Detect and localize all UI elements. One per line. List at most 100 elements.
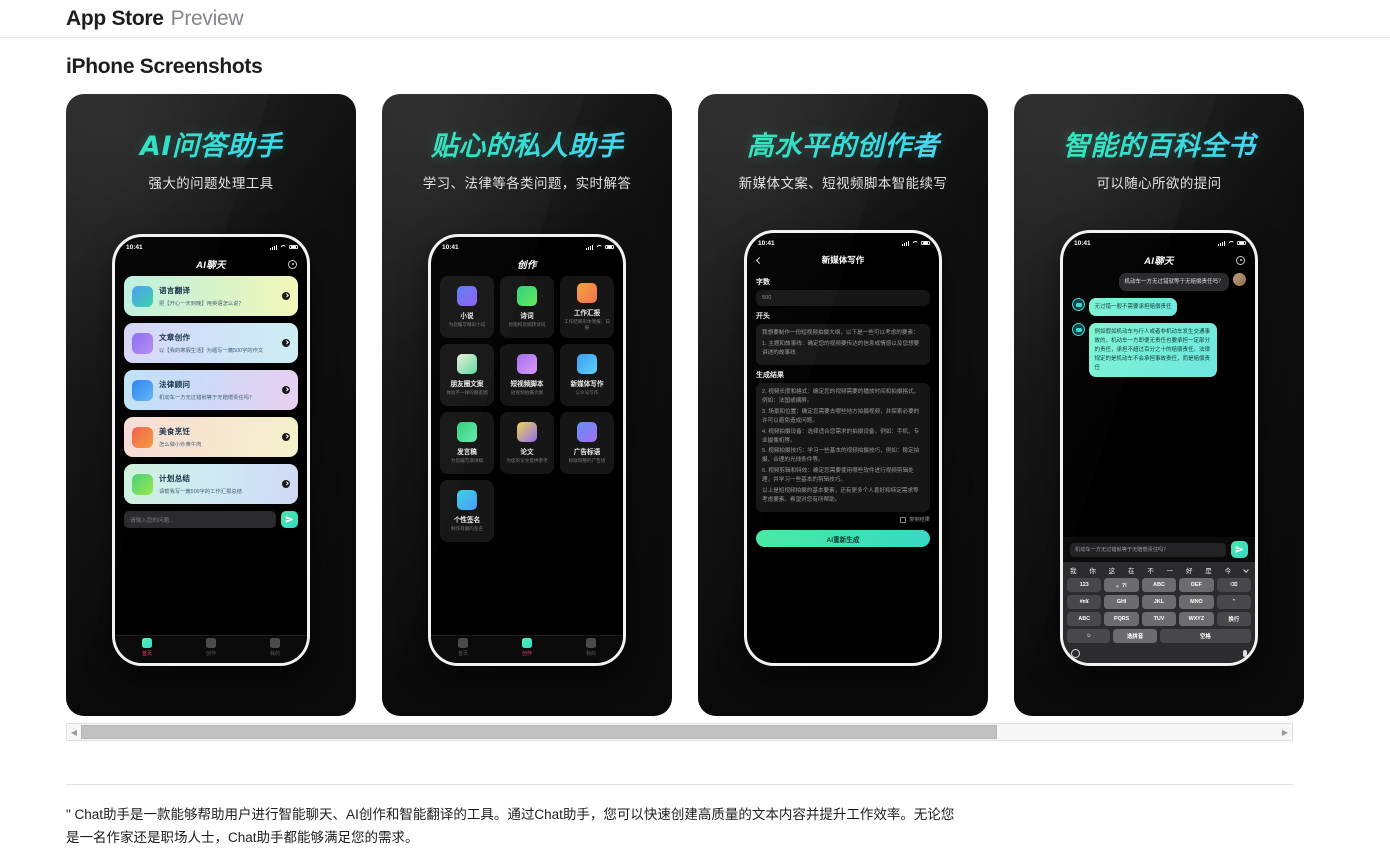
suggestion-一[interactable]: 一 (1167, 565, 1174, 575)
key-JKL[interactable]: JKL (1141, 595, 1177, 609)
grid-item-title: 小说 (460, 312, 474, 320)
tab-我的[interactable]: 我的 (559, 636, 623, 659)
grid-item[interactable]: 短视频脚本 短视频拍摄大纲 (500, 344, 554, 406)
grid-item[interactable]: 新媒体写作 公众号写作 (560, 344, 614, 406)
key-GHI[interactable]: GHI (1104, 595, 1139, 609)
list-item[interactable]: 法律顾问 机动车一方无过错就等于无赔偿责任吗？ (124, 370, 298, 410)
notch-icon (172, 237, 250, 252)
key-ABC[interactable]: ABC (1141, 578, 1177, 592)
grid-item[interactable]: 朋友圈文案 体验不一样的朋友圈 (440, 344, 494, 406)
key-PQRS[interactable]: PQRS (1104, 612, 1139, 626)
key-。?![interactable]: 。?! (1104, 578, 1139, 592)
list-item-desc: 怎么做小炒黄牛肉 (159, 441, 202, 448)
divider (66, 784, 1293, 785)
notch-icon (1120, 233, 1198, 248)
key-TUV[interactable]: TUV (1141, 612, 1177, 626)
tab-首页[interactable]: 首页 (115, 636, 179, 659)
tab-首页[interactable]: 首页 (431, 636, 495, 659)
suggestion-今[interactable]: 今 (1225, 565, 1232, 575)
send-button-4[interactable] (1231, 541, 1248, 558)
grid-item[interactable]: 个性签名 制作有趣的签名 (440, 480, 494, 542)
suggestion-好[interactable]: 好 (1186, 565, 1193, 575)
list-item[interactable]: 文章创作 以【我的寒假生活】为题写一篇500字的作文 (124, 323, 298, 363)
copy-result-button[interactable]: 复制结果 (756, 516, 930, 523)
suggestion-不[interactable]: 不 (1147, 565, 1154, 575)
screenshot-3[interactable]: 高水平的创作者 新媒体文案、短视频脚本智能续写 10:41 新媒体写作 字数 5… (698, 94, 988, 716)
screenshot-2[interactable]: 贴心的私人助手 学习、法律等各类问题，实时解答 10:41 创作 小说 为您编写… (382, 94, 672, 716)
tab-我的[interactable]: 我的 (243, 636, 307, 659)
chevron-right-icon[interactable] (282, 292, 290, 300)
grid-item[interactable]: 工作汇报 工作结果形体周报、日报 (560, 276, 614, 338)
tab-bar-1[interactable]: 首页 创作 我的 (115, 635, 307, 663)
copy-label: 复制结果 (909, 517, 930, 524)
scroll-left-arrow[interactable]: ◀ (67, 728, 81, 737)
key-ABC[interactable]: ABC (1067, 612, 1102, 626)
key-MNO[interactable]: MNO (1179, 595, 1214, 609)
key-DEF[interactable]: DEF (1179, 578, 1214, 592)
key-⌃[interactable]: ⌃ (1216, 595, 1252, 609)
gear-icon[interactable] (288, 259, 297, 269)
chat-input-row-4[interactable]: 机动车一方无过错就等于无赔偿责任吗？ (1063, 537, 1255, 562)
suggestion-是[interactable]: 是 (1205, 565, 1212, 575)
opening-textarea[interactable]: 我想要制作一份短视频拍摄大纲，以下是一些可以考虑的要素： 1. 主题和故事线：确… (756, 324, 930, 365)
suggestion-我[interactable]: 我 (1070, 565, 1077, 575)
tab-bar-2[interactable]: 首页 创作 我的 (431, 635, 623, 663)
grid-item[interactable]: 发言稿 为您编写演讲稿 (440, 412, 494, 474)
horizontal-scrollbar[interactable]: ◀ ▶ (66, 723, 1293, 741)
feature-icon (517, 421, 537, 442)
keyboard-row-2[interactable]: #¤¥ GHI JKL MNO ⌃ (1063, 595, 1255, 612)
keyboard-row-4[interactable]: ☺ 选拼音 空格 (1063, 629, 1255, 646)
suggestion-你[interactable]: 你 (1089, 565, 1096, 575)
scroll-right-arrow[interactable]: ▶ (1278, 728, 1292, 737)
list-item-title: 语言翻译 (159, 286, 191, 296)
tab-创作[interactable]: 创作 (179, 636, 243, 659)
key-☺[interactable]: ☺ (1067, 629, 1111, 643)
chevron-right-icon[interactable] (282, 386, 290, 394)
grid-item[interactable]: 小说 为您编写精彩小说 (440, 276, 494, 338)
grid-item[interactable]: 广告标语 标收同整的广告语 (560, 412, 614, 474)
tab-icon (206, 638, 216, 648)
suggestion-在[interactable]: 在 (1128, 565, 1135, 575)
key-⌫[interactable]: ⌫ (1216, 578, 1252, 592)
opening-line-2: 1. 主题和故事线：确定您的视频要传达的信息或情感以及您想要讲述的故事线 (762, 340, 920, 356)
keyboard-row-1[interactable]: 123。?! ABC DEF ⌫ (1063, 578, 1255, 595)
tab-创作[interactable]: 创作 (495, 636, 559, 659)
microphone-icon[interactable] (1243, 650, 1247, 657)
chevron-right-icon[interactable] (282, 433, 290, 441)
chevron-right-icon[interactable] (282, 480, 290, 488)
grid-item[interactable]: 诗词 智能构思婉转诗词 (500, 276, 554, 338)
chat-input-1[interactable]: 请输入您的问题... (124, 511, 276, 528)
list-item[interactable]: 语言翻译 把【开心一天到晚】用英语怎么说？ (124, 276, 298, 316)
keyboard-row-3[interactable]: ABC PQRS TUV WXYZ 换行 (1063, 612, 1255, 629)
chat-bubble: 例如假如机动车与行人或者非机动车发生交通事故的，机动车一方即便无责任也要承担一定… (1089, 323, 1217, 378)
grid-item[interactable]: 论文 为您的论文提供参考 (500, 412, 554, 474)
chat-input-row-1[interactable]: 请输入您的问题... (124, 511, 298, 528)
key-#¤¥[interactable]: #¤¥ (1067, 595, 1102, 609)
suggestion-row[interactable]: 我你这在不一好是今 (1063, 562, 1255, 578)
screenshot-4[interactable]: 智能的百科全书 可以随心所欲的提问 10:41 AI聊天 机动车一方无过错就等于… (1014, 94, 1304, 716)
grid-item-desc: 公众号写作 (575, 389, 599, 395)
globe-icon[interactable] (1071, 649, 1080, 658)
key-换行[interactable]: 换行 (1216, 612, 1252, 626)
gear-icon[interactable] (1236, 255, 1245, 265)
key-空格[interactable]: 空格 (1159, 629, 1252, 643)
chat-input-4[interactable]: 机动车一方无过错就等于无赔偿责任吗？ (1070, 542, 1226, 557)
word-count-input[interactable]: 500 (756, 290, 930, 306)
list-item[interactable]: 美食烹饪 怎么做小炒黄牛肉 (124, 417, 298, 457)
scrollbar-track[interactable] (81, 724, 1278, 740)
keyboard-bottom-bar[interactable] (1063, 646, 1255, 663)
chevron-down-icon[interactable] (1243, 567, 1249, 573)
suggestion-这[interactable]: 这 (1109, 565, 1116, 575)
status-time: 10:41 (126, 243, 143, 251)
key-WXYZ[interactable]: WXYZ (1179, 612, 1214, 626)
regenerate-button[interactable]: AI重新生成 (756, 530, 930, 548)
chevron-right-icon[interactable] (282, 339, 290, 347)
screenshot-1[interactable]: AI问答助手 强大的问题处理工具 10:41 AI聊天 语言翻译 把【开心一天到… (66, 94, 356, 716)
key-选拼音[interactable]: 选拼音 (1113, 629, 1157, 643)
back-icon[interactable] (755, 256, 764, 264)
list-item[interactable]: 计划总结 请帮我写一篇500字的工作汇报总结 (124, 464, 298, 504)
scrollbar-thumb[interactable] (81, 725, 997, 739)
send-button-1[interactable] (281, 511, 298, 528)
screenshots-carousel[interactable]: AI问答助手 强大的问题处理工具 10:41 AI聊天 语言翻译 把【开心一天到… (0, 94, 1390, 716)
key-123[interactable]: 123 (1067, 578, 1102, 592)
